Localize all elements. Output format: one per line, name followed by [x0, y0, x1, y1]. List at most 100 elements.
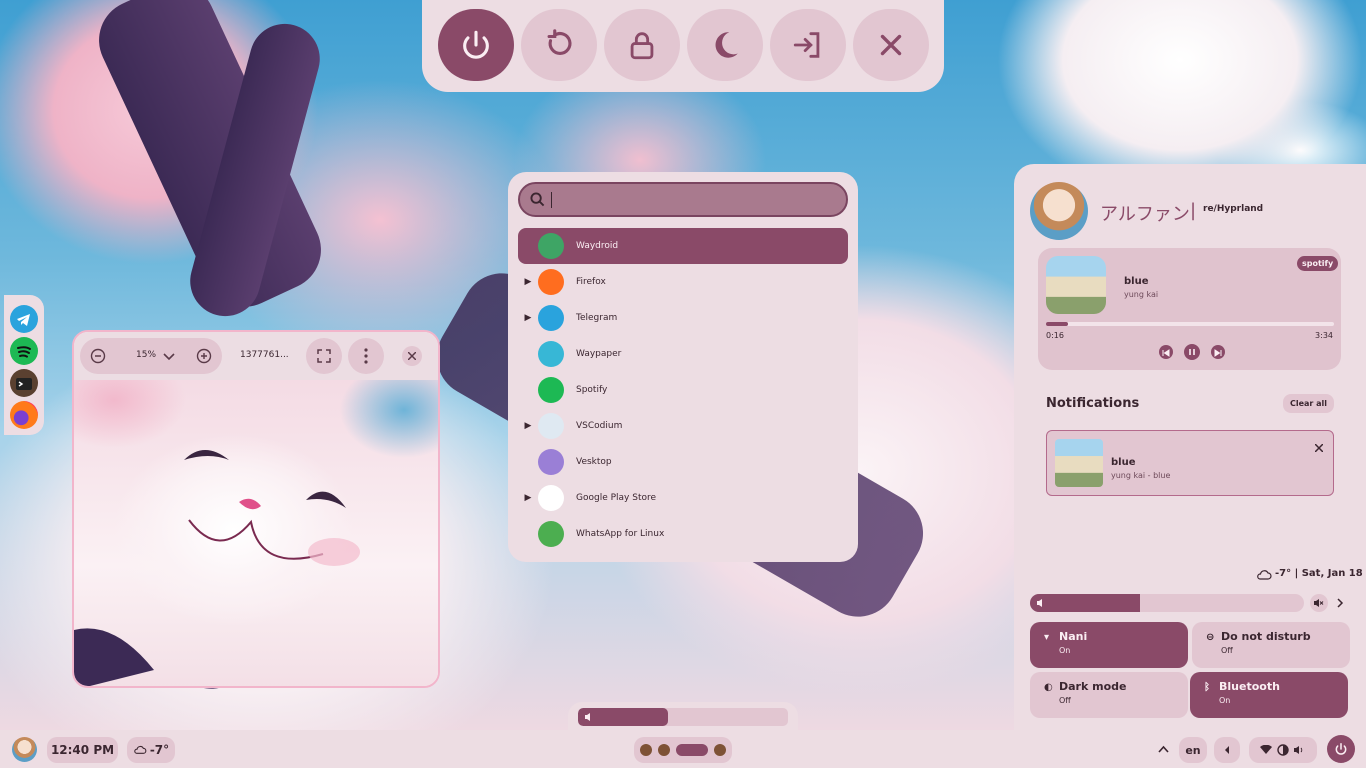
whatsapp-icon: [538, 521, 564, 547]
power-icon: [1335, 742, 1347, 755]
notification-image: [1055, 439, 1103, 487]
launcher-app-item[interactable]: ▶ VSCodium: [518, 408, 848, 444]
toggle-bluetooth[interactable]: ᛒ Bluetooth On: [1190, 672, 1348, 718]
track-artist: yung kai: [1124, 290, 1159, 299]
chevron-up-icon[interactable]: [1158, 745, 1169, 753]
mute-button[interactable]: [1310, 594, 1328, 612]
app-name: Firefox: [576, 277, 606, 287]
power-button[interactable]: [438, 9, 514, 81]
workspace-4[interactable]: [714, 744, 726, 756]
waydroid-icon: [538, 233, 564, 259]
next-icon: [1214, 349, 1222, 357]
speaker-icon: [1294, 746, 1303, 754]
search-input[interactable]: [518, 182, 848, 217]
terminal-icon[interactable]: [10, 369, 38, 397]
language-label: en: [1185, 743, 1201, 757]
close-icon[interactable]: [1315, 444, 1323, 452]
launcher-app-item[interactable]: ▶ Telegram: [518, 300, 848, 336]
launcher-app-item[interactable]: WhatsApp for Linux: [518, 516, 848, 552]
wifi-icon: ▾: [1044, 632, 1050, 643]
next-button[interactable]: [1211, 345, 1225, 359]
total-time: 3:34: [1315, 331, 1333, 340]
toggle-state: On: [1219, 696, 1231, 705]
app-name: Spotify: [576, 385, 608, 395]
sleep-button[interactable]: [687, 9, 763, 81]
notification-card[interactable]: blue yung kai - blue: [1046, 430, 1334, 496]
clear-all-button[interactable]: Clear all: [1283, 394, 1334, 413]
logout-icon: [793, 32, 820, 58]
toggle-state: On: [1059, 646, 1071, 655]
app-name: Telegram: [576, 313, 618, 323]
viewer-close-button[interactable]: [402, 346, 422, 366]
toggle-dnd[interactable]: ⊖ Do not disturb Off: [1192, 622, 1350, 668]
spotify-badge-label: spotify: [1302, 259, 1334, 268]
launcher-app-item[interactable]: Waydroid: [518, 228, 848, 264]
firefox-icon[interactable]: [10, 401, 38, 429]
clock[interactable]: 12:40 PM: [47, 737, 118, 763]
image-filename: 1377761...: [240, 350, 289, 360]
clear-all-label: Clear all: [1289, 399, 1328, 408]
lock-button[interactable]: [604, 9, 680, 81]
expand-arrow-icon[interactable]: ▶: [518, 421, 538, 431]
track-title: blue: [1124, 276, 1149, 287]
weather-widget[interactable]: -7°: [127, 737, 175, 763]
chevron-right-icon[interactable]: [1336, 598, 1344, 608]
workspace-active[interactable]: [676, 744, 708, 756]
zoom-out-icon[interactable]: [90, 348, 106, 364]
toggle-wifi[interactable]: ▾ Nani On: [1030, 622, 1188, 668]
pause-button[interactable]: [1184, 344, 1200, 360]
user-avatar[interactable]: [12, 737, 37, 762]
expand-arrow-icon[interactable]: ▶: [518, 277, 538, 287]
mute-icon: [1314, 599, 1324, 607]
lock-icon: [630, 32, 654, 60]
workspace-2[interactable]: [658, 744, 670, 756]
power-menu: [422, 0, 944, 92]
avatar[interactable]: [1030, 182, 1088, 240]
logout-button[interactable]: [770, 9, 846, 81]
reboot-button[interactable]: [521, 9, 597, 81]
app-name: VSCodium: [576, 421, 623, 431]
image-viewer-window: 15% 1377761...: [72, 330, 440, 688]
fullscreen-button[interactable]: [306, 338, 342, 374]
menu-button[interactable]: [348, 338, 384, 374]
launcher-app-item[interactable]: Vesktop: [518, 444, 848, 480]
pause-icon: [1189, 349, 1195, 355]
chevron-down-icon[interactable]: [162, 349, 176, 363]
moon-icon: [715, 32, 738, 58]
launcher-app-item[interactable]: ▶ Firefox: [518, 264, 848, 300]
user-subtitle: re/Hyprland: [1203, 204, 1264, 214]
expand-arrow-icon[interactable]: ▶: [518, 493, 538, 503]
osd-volume-slider[interactable]: [578, 708, 788, 726]
weather-temp: -7°: [149, 743, 170, 757]
tray-toggle[interactable]: [1214, 737, 1240, 763]
toggle-contrast[interactable]: ◐ Dark mode Off: [1030, 672, 1188, 718]
power-icon: [463, 30, 489, 59]
launcher-app-item[interactable]: ▶ Google Play Store: [518, 480, 848, 516]
osd-volume-panel: [568, 702, 798, 730]
launcher-app-item[interactable]: Spotify: [518, 372, 848, 408]
app-name: WhatsApp for Linux: [576, 529, 665, 539]
previous-button[interactable]: [1159, 345, 1173, 359]
language-indicator[interactable]: en: [1179, 737, 1207, 763]
progress-track[interactable]: [1046, 322, 1334, 326]
progress-fill: [1046, 322, 1068, 326]
zoom-level[interactable]: 15%: [136, 350, 156, 360]
viewer-toolbar: 15% 1377761...: [74, 332, 438, 380]
expand-arrow-icon[interactable]: ▶: [518, 313, 538, 323]
volume-slider[interactable]: [1030, 594, 1304, 612]
status-indicators[interactable]: [1249, 737, 1317, 763]
sidebar-panel: アルファン | re/Hyprland spotify blue yung ka…: [1014, 164, 1366, 730]
telegram-icon[interactable]: [10, 305, 38, 333]
user-name: アルファン: [1100, 204, 1190, 225]
fullscreen-icon: [317, 349, 331, 363]
notification-title: blue: [1111, 457, 1136, 468]
toggle-title: Nani: [1059, 630, 1088, 643]
workspace-1[interactable]: [640, 744, 652, 756]
zoom-in-icon[interactable]: [196, 348, 212, 364]
toggle-title: Bluetooth: [1219, 680, 1280, 693]
close-button[interactable]: [853, 9, 929, 81]
spotify-icon[interactable]: [10, 337, 38, 365]
app-name: Waydroid: [576, 241, 619, 251]
power-button[interactable]: [1327, 735, 1355, 763]
launcher-app-item[interactable]: Waypaper: [518, 336, 848, 372]
